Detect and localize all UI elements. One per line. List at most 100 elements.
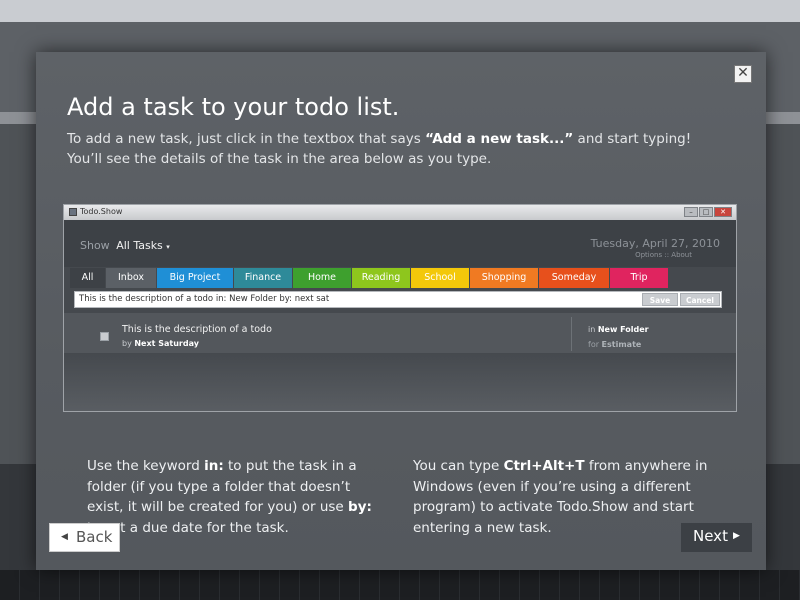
background-calendar-cell (380, 570, 400, 600)
task-folder-prefix: in (588, 325, 596, 334)
back-button[interactable]: ◀ Back (49, 523, 120, 552)
close-button[interactable]: ✕ (734, 65, 752, 83)
preview-tab-finance: Finance (234, 268, 292, 288)
about-link: About (671, 251, 692, 259)
tip-right-text-1: You can type (413, 458, 504, 474)
tip-left-keyword-by: by: (348, 499, 372, 515)
background-calendar-cell (700, 570, 720, 600)
preview-window-title: Todo.Show (80, 207, 123, 216)
maximize-icon: □ (699, 207, 713, 217)
task-estimate: for Estimate (588, 340, 641, 349)
right-triangle-icon: ▶ (733, 531, 740, 541)
preview-tab-home: Home (293, 268, 351, 288)
preview-titlebar: Todo.Show – □ ✕ (64, 205, 736, 220)
preview-save-button: Save (642, 293, 678, 306)
background-calendar-cell (240, 570, 260, 600)
task-due: by Next Saturday (122, 339, 199, 348)
preview-tabs: All Inbox Big Project Finance Home Reading Sch… (70, 268, 668, 288)
preview-window-controls: – □ ✕ (684, 207, 732, 217)
background-calendar-cell (600, 570, 620, 600)
background-calendar-cell (560, 570, 580, 600)
preview-tab-someday: Someday (539, 268, 609, 288)
preview-header: Show All Tasks ▾ Tuesday, April 27, 2010… (64, 220, 736, 267)
background-calendar-cell (100, 570, 120, 600)
next-button[interactable]: Next ▶ (681, 523, 752, 552)
minimize-icon: – (684, 207, 698, 217)
background-window-titlebar (0, 0, 800, 22)
background-calendar-cell (540, 570, 560, 600)
background-calendar-cell (480, 570, 500, 600)
background-calendar-cell (440, 570, 460, 600)
tutorial-dialog: ✕ Add a task to your todo list. To add a… (36, 52, 766, 570)
task-estimate-prefix: for (588, 340, 599, 349)
preview-tab-big-project: Big Project (157, 268, 233, 288)
task-due-prefix: by (122, 339, 132, 348)
preview-cancel-button: Cancel (680, 293, 720, 306)
preview-task-input: This is the description of a todo in: Ne… (74, 291, 722, 308)
dialog-title: Add a task to your todo list. (67, 93, 400, 121)
show-value: All Tasks (116, 239, 163, 252)
intro-highlight: “Add a new task...” (425, 131, 574, 147)
background-calendar-cell (360, 570, 380, 600)
dropdown-arrow-icon: ▾ (166, 243, 170, 251)
background-calendar-cell (460, 570, 480, 600)
background-calendar-cell (760, 570, 780, 600)
background-calendar-cell (180, 570, 200, 600)
intro-text-3: You’ll see the details of the task in th… (67, 151, 492, 167)
preview-tab-school: School (411, 268, 469, 288)
background-calendar-cell (140, 570, 160, 600)
background-calendar-cell (160, 570, 180, 600)
preview-tab-all: All (70, 268, 105, 288)
next-button-label: Next (693, 527, 728, 545)
task-description: This is the description of a todo (122, 324, 272, 335)
intro-text-1: To add a new task, just click in the tex… (67, 131, 426, 147)
left-triangle-icon: ◀ (61, 532, 68, 542)
tip-right-hotkey: Ctrl+Alt+T (503, 458, 585, 474)
background-calendar-cell (580, 570, 600, 600)
close-window-icon: ✕ (714, 207, 732, 217)
background-calendar-cell (500, 570, 520, 600)
show-filter: Show All Tasks ▾ (80, 239, 170, 252)
background-calendar-cell (420, 570, 440, 600)
background-calendar-cell (20, 570, 40, 600)
dialog-intro: To add a new task, just click in the tex… (67, 129, 717, 169)
preview-tab-shopping: Shopping (470, 268, 538, 288)
task-estimate-value: Estimate (601, 340, 642, 349)
background-calendar-cell (40, 570, 60, 600)
preview-tab-trip: Trip (610, 268, 668, 288)
background-calendar-cell (220, 570, 240, 600)
preview-tab-reading: Reading (352, 268, 410, 288)
task-folder: in New Folder (588, 325, 649, 334)
background-calendar-cell (740, 570, 760, 600)
background-calendar-cell (640, 570, 660, 600)
options-link: Options (635, 251, 663, 259)
background-calendar-cell (720, 570, 740, 600)
intro-text-2: and start typing! (573, 131, 692, 147)
tip-left-text-1: Use the keyword (87, 458, 205, 474)
background-calendar-cell (200, 570, 220, 600)
background-calendar-cell (0, 570, 20, 600)
preview-links: Options :: About (635, 251, 692, 259)
app-icon (69, 208, 77, 216)
background-calendar-cell (400, 570, 420, 600)
back-button-label: Back (76, 528, 113, 546)
task-due-value: Next Saturday (134, 339, 199, 348)
close-icon: ✕ (737, 65, 749, 81)
background-calendar-cell (660, 570, 680, 600)
task-folder-value: New Folder (597, 325, 649, 334)
background-calendar-strip (0, 570, 800, 600)
background-calendar-cell (60, 570, 80, 600)
background-calendar-cell (620, 570, 640, 600)
background-calendar-cell (80, 570, 100, 600)
background-calendar-cell (300, 570, 320, 600)
task-divider (571, 317, 572, 351)
preview-tab-inbox: Inbox (106, 268, 156, 288)
preview-fade (64, 353, 736, 411)
background-calendar-cell (120, 570, 140, 600)
task-checkbox (100, 332, 109, 341)
tip-hotkey: You can type Ctrl+Alt+T from anywhere in… (413, 456, 713, 538)
background-calendar-cell (320, 570, 340, 600)
background-calendar-cell (280, 570, 300, 600)
background-calendar-cell (340, 570, 360, 600)
preview-date: Tuesday, April 27, 2010 (590, 237, 720, 250)
